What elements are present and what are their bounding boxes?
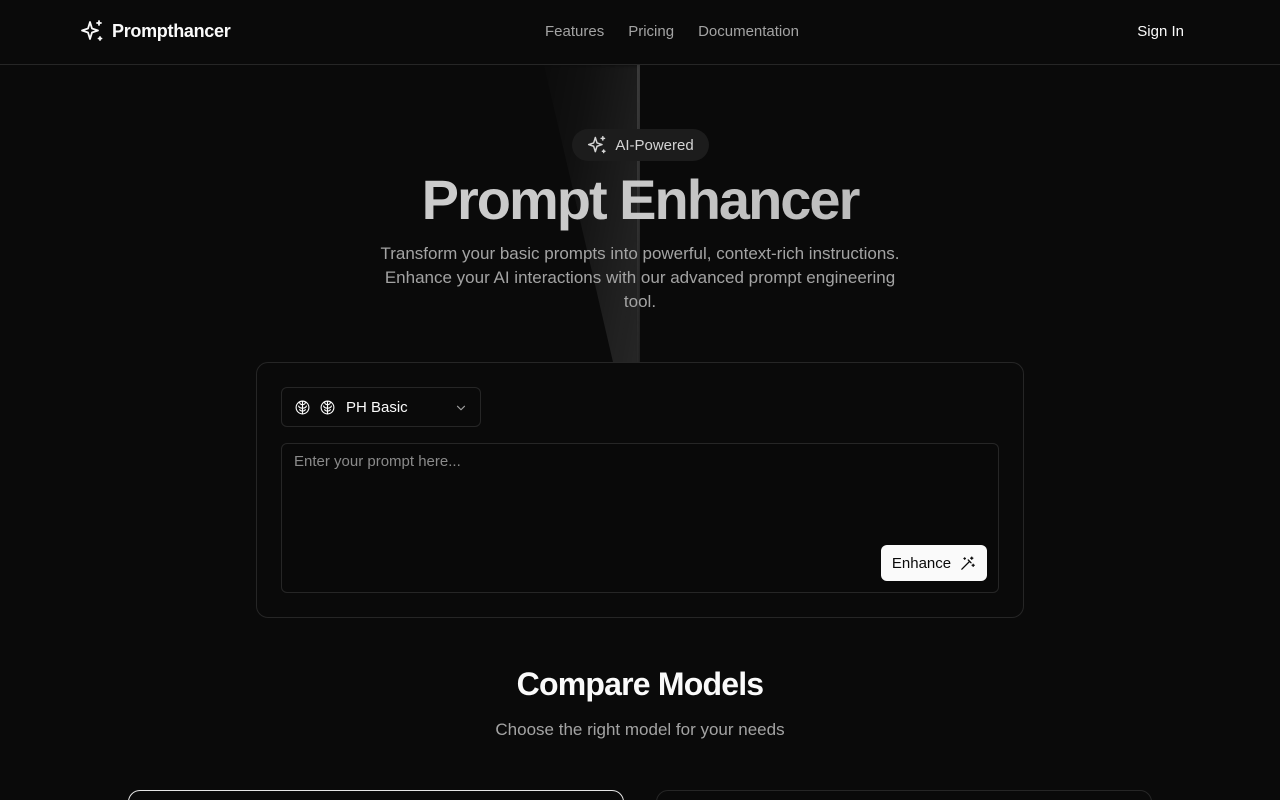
model-select-value: PH Basic	[346, 398, 408, 416]
brain-icon	[319, 399, 336, 416]
brand-name: Prompthancer	[112, 20, 231, 41]
brand-logo[interactable]: Prompthancer	[80, 19, 231, 43]
sparkles-icon	[587, 135, 607, 155]
ai-powered-badge: AI-Powered	[572, 129, 709, 161]
sparkles-icon	[80, 19, 104, 43]
page-title: Prompt Enhancer	[0, 168, 1280, 232]
compare-models-subtitle: Choose the right model for your needs	[495, 720, 785, 739]
enhance-label: Enhance	[891, 554, 952, 572]
model-card-advanced[interactable]	[656, 790, 1152, 800]
prompt-editor-card: PH Basic Enhance	[256, 362, 1024, 618]
enhance-button[interactable]: Enhance	[881, 545, 987, 581]
main-nav: Features Pricing Documentation	[545, 22, 799, 42]
page: Prompthancer Features Pricing Documentat…	[0, 0, 1280, 800]
badge-label: AI-Powered	[615, 136, 694, 154]
nav-features[interactable]: Features	[545, 22, 604, 42]
wand-sparkles-icon	[959, 555, 976, 572]
model-card-basic[interactable]	[128, 790, 624, 800]
compare-models-heading: Compare Models	[516, 666, 764, 702]
nav-pricing[interactable]: Pricing	[628, 22, 674, 42]
model-select[interactable]: PH Basic	[281, 387, 481, 427]
sign-in-link[interactable]: Sign In	[1137, 22, 1184, 42]
prompt-box: Enhance	[281, 443, 999, 593]
nav-documentation[interactable]: Documentation	[698, 22, 799, 42]
site-header: Prompthancer Features Pricing Documentat…	[0, 0, 1280, 65]
hero-subtitle: Transform your basic prompts into powerf…	[380, 244, 900, 311]
brain-icon	[294, 399, 311, 416]
